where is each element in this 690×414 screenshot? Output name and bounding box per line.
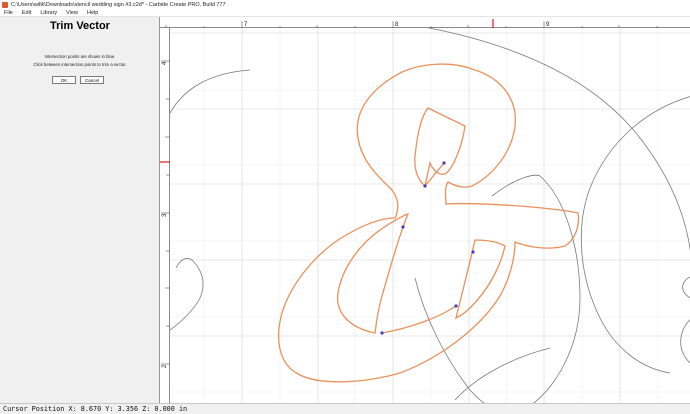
trim-vector-panel: Trim Vector Intersection points are show… — [0, 17, 160, 403]
cancel-button[interactable]: Cancel — [80, 76, 104, 84]
title-bar: C:\Users\willk\Downloads\stencil wedding… — [0, 0, 690, 9]
instruction-line-1: Intersection points are shown in blue. — [44, 54, 116, 59]
ampersand-lower-counter-path[interactable] — [337, 212, 410, 334]
menu-edit[interactable]: Edit — [18, 10, 36, 16]
top-ruler: 7 8 9 — [160, 17, 690, 30]
left-arc-vector[interactable] — [170, 69, 251, 123]
instruction-line-2: Click between intersection points to tri… — [33, 62, 127, 67]
window-title: C:\Users\willk\Downloads\stencil wedding… — [11, 1, 226, 8]
left-ruler-label-2: 2 — [162, 364, 168, 368]
left-ruler: 4 3 2 — [160, 28, 170, 403]
intersection-point[interactable] — [442, 161, 446, 165]
app-icon — [2, 1, 8, 8]
ampersand-vector[interactable] — [277, 63, 580, 383]
other-vectors[interactable] — [170, 28, 690, 403]
canvas-drawing[interactable] — [170, 28, 690, 403]
intersection-point[interactable] — [471, 250, 475, 254]
status-bar: Cursor Position X: 8.670 Y: 3.356 Z: 0.0… — [0, 403, 690, 414]
intersection-point[interactable] — [380, 331, 384, 335]
menu-library[interactable]: Library — [36, 10, 62, 16]
left-ruler-ticks: 4 3 2 — [160, 60, 170, 368]
middle-arc-vector[interactable] — [491, 174, 581, 403]
menu-bar: File Edit Library View Help — [0, 9, 690, 17]
major-grid — [170, 28, 690, 403]
minor-grid — [170, 28, 690, 403]
left-ruler-label-4: 4 — [162, 61, 168, 65]
right-bump-vector[interactable] — [682, 276, 690, 299]
menu-help[interactable]: Help — [83, 10, 103, 16]
intersection-point[interactable] — [401, 225, 405, 229]
panel-instructions: Intersection points are shown in blue. C… — [0, 53, 160, 69]
left-loop-vector[interactable] — [170, 258, 204, 331]
intersection-point[interactable] — [454, 304, 458, 308]
intersection-point[interactable] — [423, 184, 427, 188]
cursor-position-readout: Cursor Position X: 8.670 Y: 3.356 Z: 0.0… — [3, 405, 188, 413]
menu-file[interactable]: File — [0, 10, 18, 16]
right-curve-vector[interactable] — [580, 96, 690, 374]
ok-button[interactable]: OK — [52, 76, 76, 84]
panel-title: Trim Vector — [50, 20, 110, 32]
left-ruler-label-3: 3 — [162, 213, 168, 217]
right-inner-curve-vector[interactable] — [680, 318, 690, 364]
lower-arc-vector[interactable] — [414, 277, 540, 403]
menu-view[interactable]: View — [62, 10, 83, 16]
ampersand-tail-path[interactable] — [455, 239, 506, 320]
ampersand-outer-path[interactable] — [277, 63, 580, 383]
design-canvas[interactable] — [170, 28, 690, 403]
ampersand-upper-counter-path[interactable] — [414, 107, 466, 188]
